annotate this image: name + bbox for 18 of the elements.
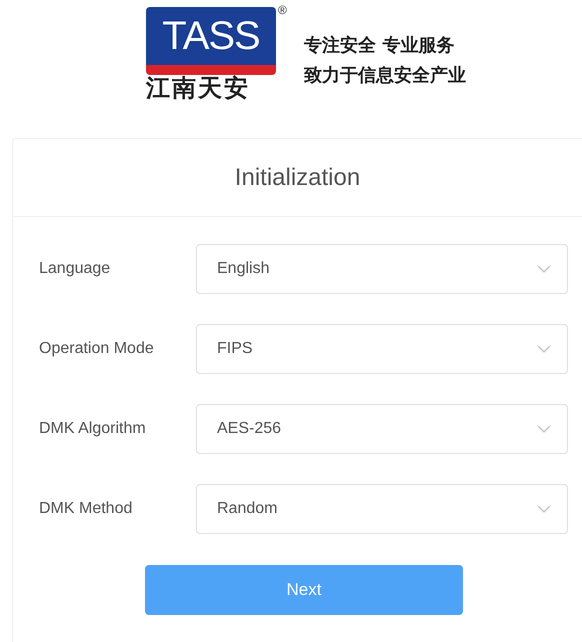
- card-title: Initialization: [234, 164, 360, 192]
- chevron-down-icon: [537, 265, 551, 273]
- chevron-down-icon: [537, 505, 551, 513]
- field-label: Language: [39, 260, 112, 278]
- select-field[interactable]: Random: [196, 484, 568, 534]
- select-field[interactable]: AES-256: [196, 404, 568, 454]
- field-label: DMK Algorithm: [39, 420, 147, 438]
- field-label: Operation Mode: [39, 340, 155, 358]
- slogan-line: 致力于信息安全产业: [304, 64, 466, 87]
- select-field[interactable]: English: [196, 244, 568, 294]
- company-name: 江南天安: [146, 74, 250, 102]
- chevron-down-icon: [537, 425, 551, 433]
- slogan-line: 专注安全 专业服务: [304, 34, 456, 57]
- registered-mark: ®: [278, 2, 287, 17]
- field-label: DMK Method: [39, 500, 134, 518]
- select-field[interactable]: FIPS: [196, 324, 568, 374]
- logo-mark: TASS: [146, 6, 276, 75]
- chevron-down-icon: [537, 345, 551, 353]
